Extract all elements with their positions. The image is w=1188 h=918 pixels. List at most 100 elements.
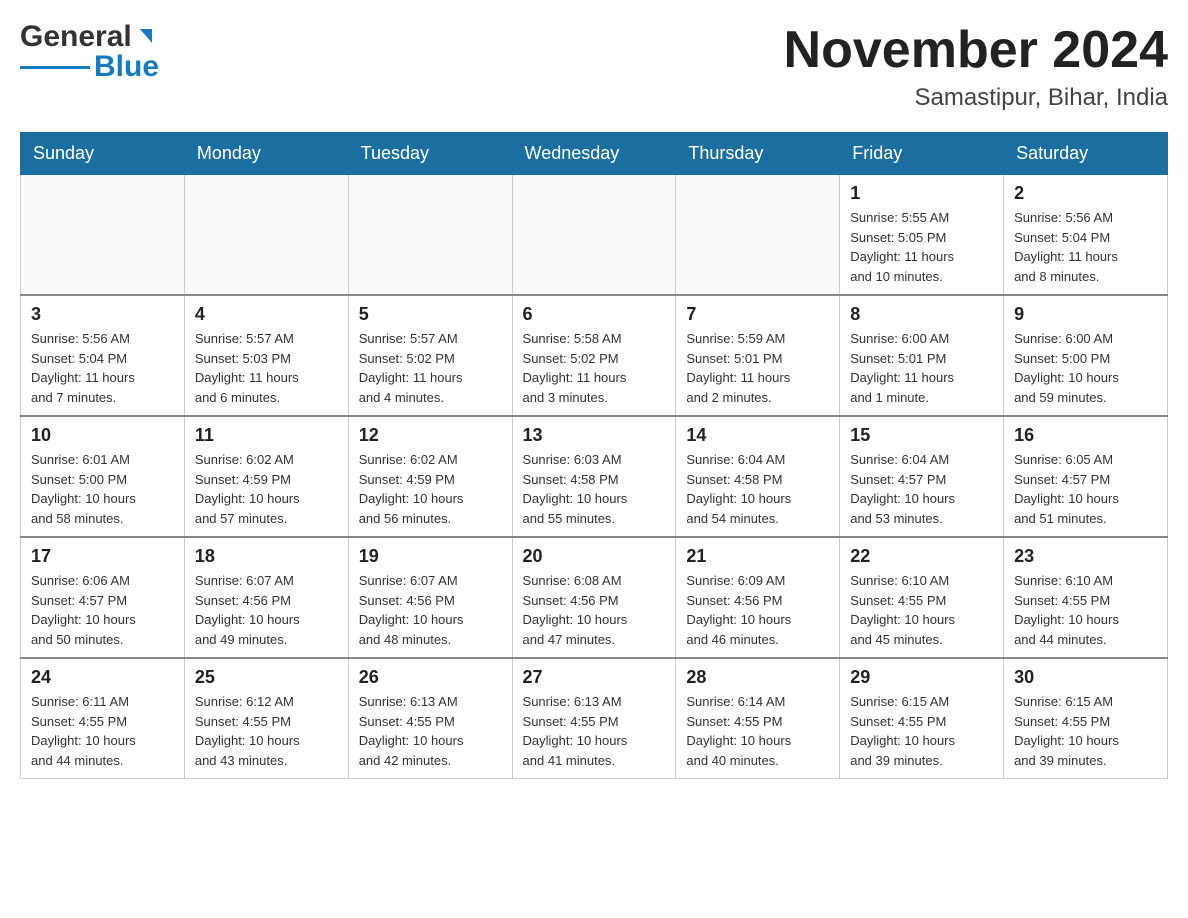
calendar-cell <box>512 175 676 296</box>
month-title: November 2024 <box>784 20 1168 80</box>
day-info: Sunrise: 5:59 AMSunset: 5:01 PMDaylight:… <box>686 329 829 407</box>
day-info: Sunrise: 6:13 AMSunset: 4:55 PMDaylight:… <box>523 692 666 770</box>
calendar-cell: 8 Sunrise: 6:00 AMSunset: 5:01 PMDaylight… <box>840 295 1004 416</box>
day-number: 23 <box>1014 546 1157 567</box>
day-info: Sunrise: 5:56 AMSunset: 5:04 PMDaylight:… <box>1014 208 1157 286</box>
calendar-cell: 10 Sunrise: 6:01 AMSunset: 5:00 PMDayligh… <box>21 416 185 537</box>
calendar-table: SundayMondayTuesdayWednesdayThursdayFrid… <box>20 132 1168 779</box>
day-number: 30 <box>1014 667 1157 688</box>
day-number: 17 <box>31 546 174 567</box>
day-info: Sunrise: 5:56 AMSunset: 5:04 PMDaylight:… <box>31 329 174 407</box>
day-number: 1 <box>850 183 993 204</box>
day-number: 26 <box>359 667 502 688</box>
day-info: Sunrise: 6:05 AMSunset: 4:57 PMDaylight:… <box>1014 450 1157 528</box>
calendar-week-row: 10 Sunrise: 6:01 AMSunset: 5:00 PMDayligh… <box>21 416 1168 537</box>
day-number: 24 <box>31 667 174 688</box>
calendar-cell: 1 Sunrise: 5:55 AMSunset: 5:05 PMDaylight… <box>840 175 1004 296</box>
day-number: 7 <box>686 304 829 325</box>
calendar-cell: 25Sunrise: 6:12 AMSunset: 4:55 PMDayligh… <box>184 658 348 779</box>
day-number: 6 <box>523 304 666 325</box>
calendar-cell: 6 Sunrise: 5:58 AMSunset: 5:02 PMDaylight… <box>512 295 676 416</box>
logo: General Blue <box>20 20 159 84</box>
day-number: 15 <box>850 425 993 446</box>
calendar-week-row: 1 Sunrise: 5:55 AMSunset: 5:05 PMDaylight… <box>21 175 1168 296</box>
calendar-cell <box>184 175 348 296</box>
logo-blue: Blue <box>94 50 159 84</box>
day-info: Sunrise: 6:02 AMSunset: 4:59 PMDaylight:… <box>195 450 338 528</box>
weekday-header-monday: Monday <box>184 133 348 175</box>
calendar-cell: 22 Sunrise: 6:10 AMSunset: 4:55 PMDayligh… <box>840 537 1004 658</box>
day-number: 4 <box>195 304 338 325</box>
day-number: 2 <box>1014 183 1157 204</box>
calendar-cell: 4Sunrise: 5:57 AMSunset: 5:03 PMDaylight… <box>184 295 348 416</box>
calendar-cell: 12 Sunrise: 6:02 AMSunset: 4:59 PMDayligh… <box>348 416 512 537</box>
calendar-cell: 15 Sunrise: 6:04 AMSunset: 4:57 PMDayligh… <box>840 416 1004 537</box>
weekday-header-tuesday: Tuesday <box>348 133 512 175</box>
day-number: 10 <box>31 425 174 446</box>
day-info: Sunrise: 5:58 AMSunset: 5:02 PMDaylight:… <box>523 329 666 407</box>
calendar-cell: 19Sunrise: 6:07 AMSunset: 4:56 PMDayligh… <box>348 537 512 658</box>
weekday-header-wednesday: Wednesday <box>512 133 676 175</box>
day-info: Sunrise: 6:10 AMSunset: 4:55 PMDaylight:… <box>850 571 993 649</box>
location-title: Samastipur, Bihar, India <box>784 84 1168 112</box>
day-number: 3 <box>31 304 174 325</box>
calendar-cell: 23 Sunrise: 6:10 AMSunset: 4:55 PMDayligh… <box>1004 537 1168 658</box>
day-info: Sunrise: 5:57 AMSunset: 5:02 PMDaylight:… <box>359 329 502 407</box>
calendar-cell: 11Sunrise: 6:02 AMSunset: 4:59 PMDayligh… <box>184 416 348 537</box>
day-info: Sunrise: 6:11 AMSunset: 4:55 PMDaylight:… <box>31 692 174 770</box>
day-info: Sunrise: 6:04 AMSunset: 4:58 PMDaylight:… <box>686 450 829 528</box>
calendar-cell: 28 Sunrise: 6:14 AMSunset: 4:55 PMDayligh… <box>676 658 840 779</box>
calendar-cell: 14 Sunrise: 6:04 AMSunset: 4:58 PMDayligh… <box>676 416 840 537</box>
day-number: 29 <box>850 667 993 688</box>
day-number: 18 <box>195 546 338 567</box>
calendar-cell: 21 Sunrise: 6:09 AMSunset: 4:56 PMDayligh… <box>676 537 840 658</box>
weekday-header-row: SundayMondayTuesdayWednesdayThursdayFrid… <box>21 133 1168 175</box>
day-info: Sunrise: 6:03 AMSunset: 4:58 PMDaylight:… <box>523 450 666 528</box>
day-info: Sunrise: 6:15 AMSunset: 4:55 PMDaylight:… <box>1014 692 1157 770</box>
calendar-cell: 27Sunrise: 6:13 AMSunset: 4:55 PMDayligh… <box>512 658 676 779</box>
day-info: Sunrise: 6:04 AMSunset: 4:57 PMDaylight:… <box>850 450 993 528</box>
logo-general: General <box>20 20 132 54</box>
day-number: 20 <box>523 546 666 567</box>
logo-icon <box>134 27 156 49</box>
day-info: Sunrise: 5:55 AMSunset: 5:05 PMDaylight:… <box>850 208 993 286</box>
day-number: 16 <box>1014 425 1157 446</box>
day-info: Sunrise: 6:14 AMSunset: 4:55 PMDaylight:… <box>686 692 829 770</box>
weekday-header-friday: Friday <box>840 133 1004 175</box>
calendar-week-row: 3 Sunrise: 5:56 AMSunset: 5:04 PMDaylight… <box>21 295 1168 416</box>
day-info: Sunrise: 6:08 AMSunset: 4:56 PMDaylight:… <box>523 571 666 649</box>
weekday-header-thursday: Thursday <box>676 133 840 175</box>
calendar-cell: 3 Sunrise: 5:56 AMSunset: 5:04 PMDaylight… <box>21 295 185 416</box>
day-number: 8 <box>850 304 993 325</box>
day-info: Sunrise: 6:13 AMSunset: 4:55 PMDaylight:… <box>359 692 502 770</box>
day-number: 12 <box>359 425 502 446</box>
day-number: 5 <box>359 304 502 325</box>
calendar-cell <box>348 175 512 296</box>
day-number: 13 <box>523 425 666 446</box>
day-info: Sunrise: 6:10 AMSunset: 4:55 PMDaylight:… <box>1014 571 1157 649</box>
day-number: 14 <box>686 425 829 446</box>
page-header: General Blue November 2024 Samastipur, B… <box>20 20 1168 112</box>
day-info: Sunrise: 6:06 AMSunset: 4:57 PMDaylight:… <box>31 571 174 649</box>
day-number: 22 <box>850 546 993 567</box>
day-number: 28 <box>686 667 829 688</box>
calendar-cell: 2 Sunrise: 5:56 AMSunset: 5:04 PMDaylight… <box>1004 175 1168 296</box>
calendar-week-row: 17 Sunrise: 6:06 AMSunset: 4:57 PMDayligh… <box>21 537 1168 658</box>
day-info: Sunrise: 6:07 AMSunset: 4:56 PMDaylight:… <box>359 571 502 649</box>
calendar-cell: 17 Sunrise: 6:06 AMSunset: 4:57 PMDayligh… <box>21 537 185 658</box>
calendar-cell: 18 Sunrise: 6:07 AMSunset: 4:56 PMDayligh… <box>184 537 348 658</box>
calendar-cell: 29Sunrise: 6:15 AMSunset: 4:55 PMDayligh… <box>840 658 1004 779</box>
day-number: 25 <box>195 667 338 688</box>
calendar-cell: 30 Sunrise: 6:15 AMSunset: 4:55 PMDayligh… <box>1004 658 1168 779</box>
day-info: Sunrise: 6:01 AMSunset: 5:00 PMDaylight:… <box>31 450 174 528</box>
weekday-header-saturday: Saturday <box>1004 133 1168 175</box>
calendar-week-row: 24 Sunrise: 6:11 AMSunset: 4:55 PMDayligh… <box>21 658 1168 779</box>
day-info: Sunrise: 6:09 AMSunset: 4:56 PMDaylight:… <box>686 571 829 649</box>
day-number: 21 <box>686 546 829 567</box>
calendar-cell <box>21 175 185 296</box>
calendar-cell: 9Sunrise: 6:00 AMSunset: 5:00 PMDaylight… <box>1004 295 1168 416</box>
day-info: Sunrise: 6:02 AMSunset: 4:59 PMDaylight:… <box>359 450 502 528</box>
day-info: Sunrise: 6:00 AMSunset: 5:01 PMDaylight:… <box>850 329 993 407</box>
calendar-cell: 7 Sunrise: 5:59 AMSunset: 5:01 PMDaylight… <box>676 295 840 416</box>
day-info: Sunrise: 6:07 AMSunset: 4:56 PMDaylight:… <box>195 571 338 649</box>
